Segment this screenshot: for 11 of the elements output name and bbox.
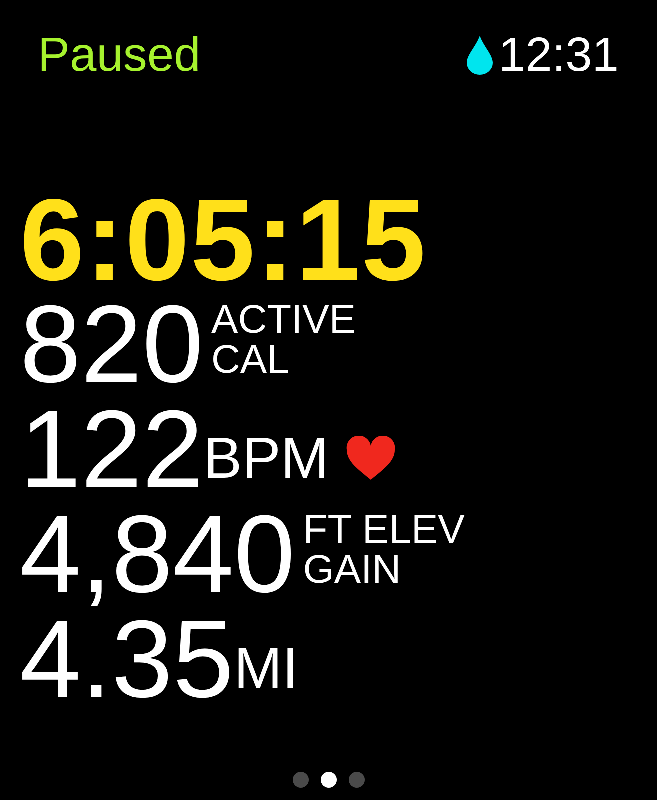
metric-unit: FT ELEV GAIN	[303, 510, 465, 590]
metric-value: 122	[20, 398, 204, 502]
page-dot[interactable]	[292, 772, 308, 788]
metric-value: 4,840	[20, 502, 296, 606]
page-dot[interactable]	[320, 772, 336, 788]
metric-unit: BPM	[204, 425, 330, 493]
clock-time: 12:31	[498, 28, 619, 82]
workout-status: Paused	[38, 28, 201, 82]
metric-value: 4.35	[20, 608, 234, 712]
metric-unit: MI	[234, 635, 299, 703]
page-dot[interactable]	[348, 772, 364, 788]
